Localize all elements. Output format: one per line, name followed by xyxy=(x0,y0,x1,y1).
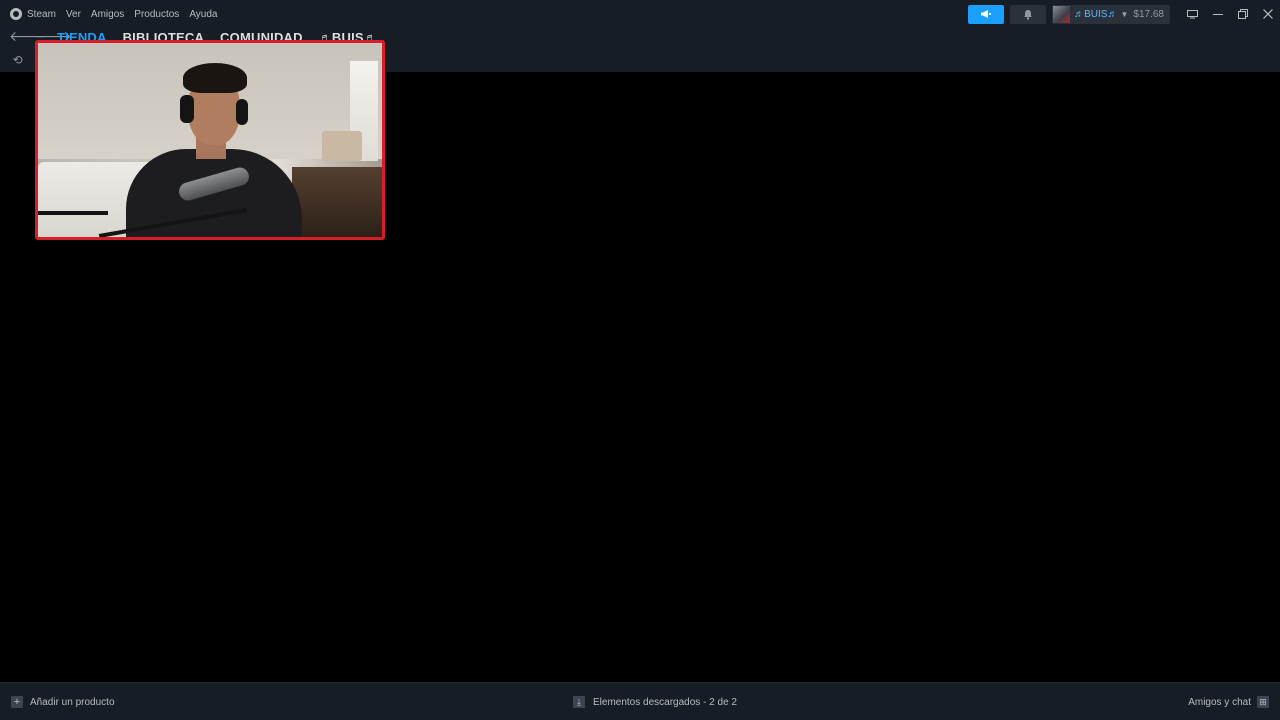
mic-arm-base xyxy=(38,211,108,215)
friends-chat-button[interactable]: Amigos y chat ⊞ xyxy=(1188,695,1269,709)
reload-button[interactable]: ⟲ xyxy=(11,54,24,67)
account-name: ♬BUIS♬ xyxy=(1074,8,1118,20)
restore-icon xyxy=(1237,9,1248,19)
announcements-button[interactable] xyxy=(968,4,1005,24)
webcam-person-hair xyxy=(183,63,247,93)
notifications-button[interactable] xyxy=(1010,4,1047,24)
menu-steam[interactable]: Steam xyxy=(10,0,61,28)
menu-steam-label: Steam xyxy=(27,8,56,20)
minimize-button[interactable] xyxy=(1205,0,1230,28)
account-menu-button[interactable]: ♬BUIS♬ ▼ $17.68 xyxy=(1052,4,1170,24)
add-product-label: Añadir un producto xyxy=(30,696,115,708)
menu-bar: Steam Ver Amigos Productos Ayuda xyxy=(0,0,223,28)
close-button[interactable] xyxy=(1255,0,1280,28)
download-icon: ⤓ xyxy=(573,696,585,708)
big-picture-button[interactable] xyxy=(1180,0,1205,28)
chat-icon: ⊞ xyxy=(1257,696,1269,708)
bell-icon xyxy=(1024,9,1033,20)
back-button[interactable]: 🡐 xyxy=(9,28,47,44)
minimize-icon xyxy=(1212,14,1223,15)
title-bar: Steam Ver Amigos Productos Ayuda ♬BUIS♬ … xyxy=(0,0,1280,28)
restore-button[interactable] xyxy=(1230,0,1255,28)
webcam-desk xyxy=(292,167,382,237)
status-bar: + Añadir un producto ⤓ Elementos descarg… xyxy=(0,682,1280,720)
chevron-down-icon: ▼ xyxy=(1120,9,1129,19)
friends-chat-label: Amigos y chat xyxy=(1188,696,1251,708)
webcam-shelf xyxy=(322,131,362,161)
megaphone-icon xyxy=(981,10,992,18)
add-product-button[interactable]: + Añadir un producto xyxy=(11,695,115,709)
menu-amigos[interactable]: Amigos xyxy=(86,0,129,28)
steam-logo-icon xyxy=(10,8,22,20)
menu-ver[interactable]: Ver xyxy=(61,0,86,28)
downloads-status-button[interactable]: ⤓ Elementos descargados - 2 de 2 xyxy=(573,695,737,709)
headphones-right xyxy=(236,99,248,125)
menu-productos[interactable]: Productos xyxy=(129,0,184,28)
webcam-overlay xyxy=(35,40,385,240)
wallet-balance: $17.68 xyxy=(1133,8,1164,20)
reload-icon: ⟲ xyxy=(12,53,23,67)
close-icon xyxy=(1262,9,1273,19)
downloads-label: Elementos descargados - 2 de 2 xyxy=(593,696,737,708)
plus-icon: + xyxy=(11,696,23,708)
title-bar-controls: ♬BUIS♬ ▼ $17.68 xyxy=(968,0,1280,28)
headphones-icon xyxy=(180,95,194,123)
menu-ayuda[interactable]: Ayuda xyxy=(184,0,222,28)
avatar xyxy=(1053,5,1071,23)
monitor-icon xyxy=(1187,9,1198,18)
